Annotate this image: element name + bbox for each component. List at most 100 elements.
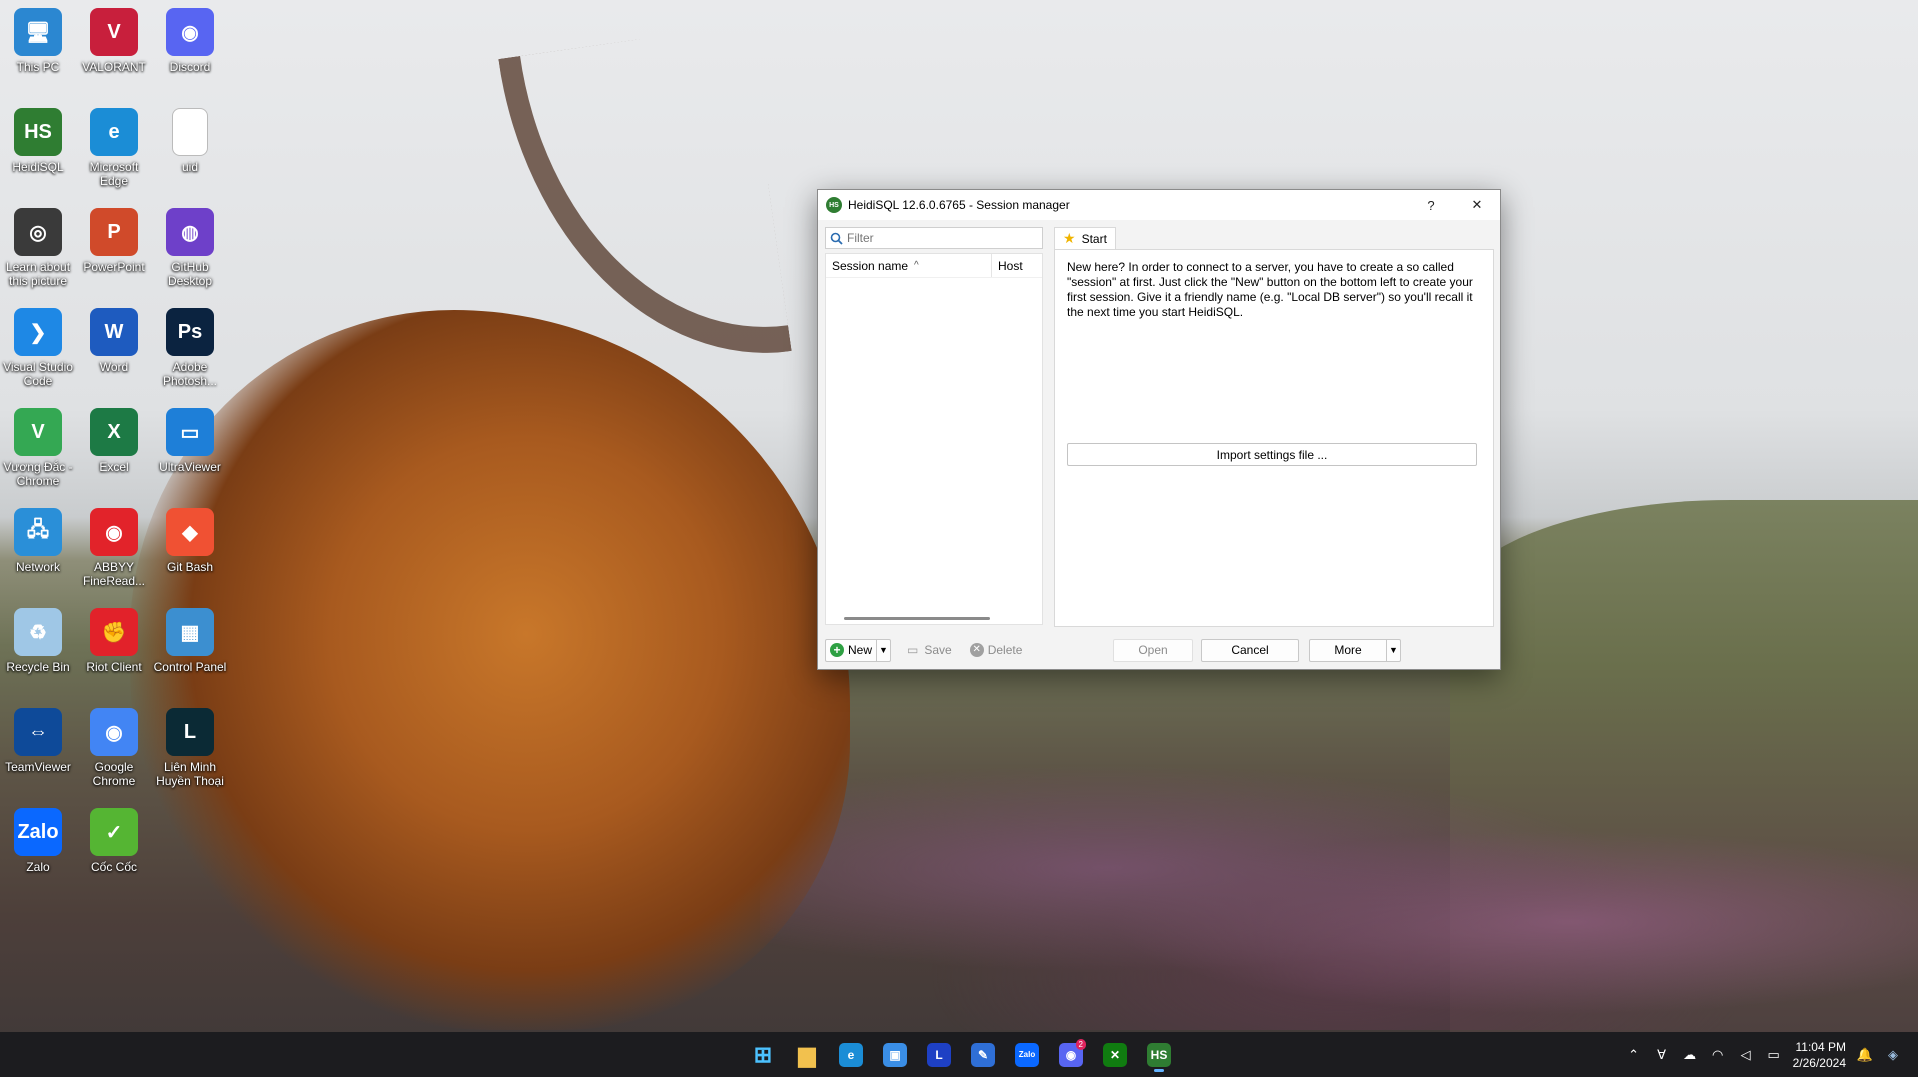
taskbar-heidisql-button[interactable]: HS [1140,1036,1178,1074]
app-icon: L [166,708,214,756]
desktop-icon[interactable]: uid [152,108,228,174]
desktop-icon[interactable]: ◉ ABBYY FineRead... [76,508,152,588]
wifi-icon[interactable]: ◠ [1709,1047,1727,1063]
help-button[interactable]: ? [1408,190,1454,220]
desktop-icon[interactable]: V VALORANT [76,8,152,74]
desktop-icon[interactable]: e Microsoft Edge [76,108,152,188]
battery-icon[interactable]: ▭ [1765,1047,1783,1063]
details-pane: ★ Start New here? In order to connect to… [1054,227,1494,627]
desktop-icon[interactable]: L Liên Minh Huyền Thoại [152,708,228,788]
desktop-icon[interactable]: HS HeidiSQL [0,108,76,174]
delete-button-label: Delete [987,643,1023,657]
import-settings-button[interactable]: Import settings file ... [1067,443,1477,466]
desktop-icon[interactable]: ▦ Control Panel [152,608,228,674]
start-tab-content: New here? In order to connect to a serve… [1054,249,1494,627]
app-icon: ❯ [14,308,62,356]
desktop-icon[interactable]: ❯ Visual Studio Code [0,308,76,388]
taskbar-zalo-button[interactable]: Zalo [1008,1036,1046,1074]
desktop-icon[interactable]: ◎ Learn about this picture [0,208,76,288]
desktop-icon[interactable]: ◉ Google Chrome [76,708,152,788]
session-list[interactable]: Session name ^ Host [825,253,1043,625]
new-button-label: New [848,643,873,657]
desktop-icon-label: Adobe Photosh... [162,360,218,388]
cancel-button[interactable]: Cancel [1201,638,1299,662]
desktop-icon-label: Microsoft Edge [89,160,139,188]
app-icon: ◉ [90,708,138,756]
save-button[interactable]: ▭ Save [901,639,958,662]
app-icon: ◆ [166,508,214,556]
more-dropdown-arrow[interactable]: ▼ [1386,639,1400,661]
speaker-icon[interactable]: ◁ [1737,1047,1755,1063]
session-pane: Session name ^ Host [825,227,1043,627]
column-session-name[interactable]: Session name ^ [826,254,992,277]
tab-start[interactable]: ★ Start [1054,227,1116,249]
desktop-icon[interactable]: ◉ Discord [152,8,228,74]
desktop-icon[interactable]: Ps Adobe Photosh... [152,308,228,388]
plus-icon: + [830,643,844,657]
desktop-icon[interactable]: 🖥 This PC [0,8,76,74]
desktop-icon[interactable]: Zalo Zalo [0,808,76,874]
taskbar-edge-button[interactable]: e [832,1036,870,1074]
taskbar-xbox-button[interactable]: ✕ [1096,1036,1134,1074]
desktop-icon-label: Word [99,360,129,374]
new-button[interactable]: + New ▼ [825,638,892,662]
desktop-icon[interactable]: P PowerPoint [76,208,152,274]
filter-input[interactable] [847,231,1042,245]
notification-bell-icon[interactable]: 🔔 [1856,1047,1874,1063]
app-icon: Zalo [14,808,62,856]
desktop-icon-label: Riot Client [86,660,142,674]
new-dropdown-arrow[interactable]: ▼ [876,639,890,661]
taskbar-writer-button[interactable]: ✎ [964,1036,1002,1074]
taskbar-file-explorer-button[interactable]: ▆ [788,1036,826,1074]
close-button[interactable]: ✕ [1454,190,1500,220]
desktop-icon[interactable]: ▭ UltraViewer [152,408,228,474]
desktop-icon[interactable]: V Vương Đắc - Chrome [0,408,76,488]
app-icon: ▭ [166,408,214,456]
xbox-icon: ✕ [1103,1042,1127,1067]
desktop-icon[interactable]: ⇔ TeamViewer [0,708,76,774]
desktop-icon[interactable]: ◍ GitHub Desktop [152,208,228,288]
desktop-icon[interactable]: ♻ Recycle Bin [0,608,76,674]
column-host[interactable]: Host [992,254,1042,277]
copilot-icon[interactable]: ◈ [1884,1047,1902,1063]
desktop-icon-label: Excel [99,460,129,474]
desktop-icon-label: Recycle Bin [6,660,70,674]
desktop-icon-label: Control Panel [153,660,227,674]
desktop-icon[interactable]: ✓ Cốc Cốc [76,808,152,874]
filter-box[interactable] [825,227,1043,249]
app-icon: ◉ [166,8,214,56]
desktop-icon[interactable]: ✊ Riot Client [76,608,152,674]
more-button[interactable]: More ▼ [1309,638,1401,662]
desktop-icon[interactable]: X Excel [76,408,152,474]
desktop-icon-label: Visual Studio Code [3,360,73,388]
chevron-up-icon[interactable]: ⌃ [1625,1047,1643,1063]
taskbar-l-app-button[interactable]: L [920,1036,958,1074]
desktop-icon[interactable]: ◆ Git Bash [152,508,228,574]
app-icon: X [90,408,138,456]
desktop-icon-label: PowerPoint [83,260,145,274]
desktop-icon[interactable]: 🖧 Network [0,508,76,574]
taskbar-start-button[interactable]: ⊞ [744,1036,782,1074]
vscode-tray-icon[interactable]: ∀ [1653,1047,1671,1063]
wallpaper-heather [760,760,1918,1030]
open-button[interactable]: Open [1113,638,1193,662]
clock[interactable]: 11:04 PM 2/26/2024 [1793,1039,1846,1071]
system-tray: ⌃ ∀ ☁ ◠ ◁ ▭ 11:04 PM 2/26/2024 🔔 ◈ [1625,1032,1902,1077]
clock-date: 2/26/2024 [1792,1055,1846,1070]
delete-button[interactable]: ✕ Delete [964,639,1029,662]
save-button-label: Save [924,643,952,657]
horizontal-scrollbar[interactable] [844,617,990,620]
edge-icon: e [839,1042,863,1067]
desktop-icon-label: This PC [16,60,60,74]
taskbar-discord-button[interactable]: ◉ 2 [1052,1036,1090,1074]
desktop-icon-label: GitHub Desktop [167,260,213,288]
taskbar: ⊞ ▆ e ▣ L ✎ Zalo ◉ 2 ✕ HS ⌃ ∀ ☁ ◠ ◁ ▭ 11:04 PM 2/2… [0,1032,1918,1077]
desktop-icon-label: Discord [169,60,211,74]
taskbar-store-button[interactable]: ▣ [876,1036,914,1074]
dialog-titlebar[interactable]: HS HeidiSQL 12.6.0.6765 - Session manage… [818,190,1500,220]
desktop-icon-label: ABBYY FineRead... [82,560,146,588]
onedrive-icon[interactable]: ☁ [1681,1047,1699,1063]
app-icon: P [90,208,138,256]
desktop-icon[interactable]: W Word [76,308,152,374]
app-icon: ◍ [166,208,214,256]
